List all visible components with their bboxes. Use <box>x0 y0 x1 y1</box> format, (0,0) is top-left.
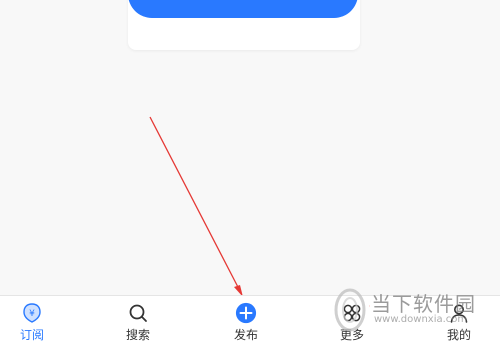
tab-publish-label: 发布 <box>234 328 258 342</box>
primary-button[interactable] <box>128 0 358 18</box>
grid-more-icon <box>341 302 363 324</box>
tab-more-label: 更多 <box>340 328 364 342</box>
person-icon <box>448 302 470 324</box>
search-icon <box>127 302 149 324</box>
tab-subscribe[interactable]: ¥ 订阅 <box>2 302 62 346</box>
tab-mine[interactable]: 我的 <box>429 302 489 346</box>
tab-publish[interactable]: 发布 <box>216 302 276 346</box>
tab-search-label: 搜索 <box>126 328 150 342</box>
tab-mine-label: 我的 <box>447 328 471 342</box>
bottom-tab-bar: ¥ 订阅 搜索 发布 <box>0 295 500 349</box>
subscribe-icon: ¥ <box>21 302 43 324</box>
tab-search[interactable]: 搜索 <box>108 302 168 346</box>
plus-icon <box>235 302 257 324</box>
annotation-arrow-line <box>150 117 240 291</box>
tab-more[interactable]: 更多 <box>322 302 382 346</box>
svg-text:¥: ¥ <box>29 309 35 319</box>
content-card <box>128 0 360 50</box>
tab-subscribe-label: 订阅 <box>20 328 44 342</box>
